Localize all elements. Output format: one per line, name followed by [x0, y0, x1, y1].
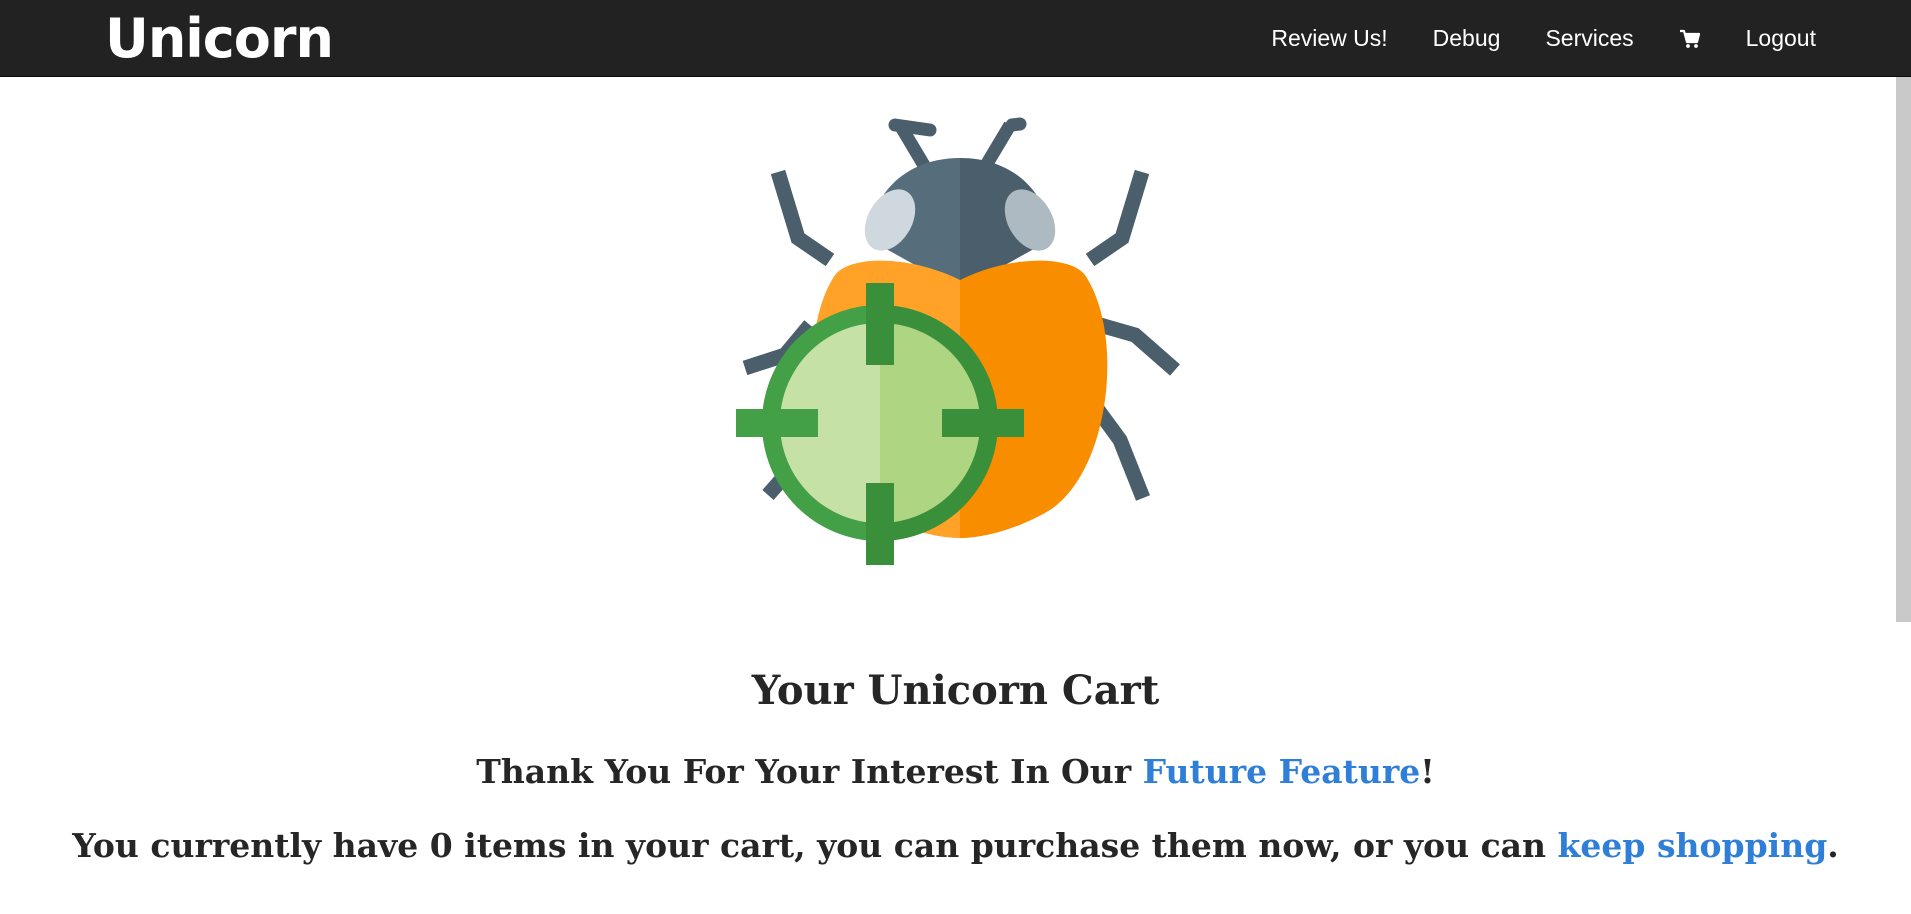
page-title: Your Unicorn Cart	[751, 667, 1160, 714]
nav-links: Review Us! Debug Services Logout	[1226, 0, 1816, 77]
bug-leg-right-bottom	[1091, 405, 1150, 501]
future-feature-link[interactable]: Future Feature	[1143, 752, 1421, 791]
top-navbar: Unicorn Review Us! Debug Services Logout	[0, 0, 1911, 77]
shopping-cart-icon[interactable]	[1679, 29, 1701, 49]
brand-logo-link[interactable]: Unicorn	[105, 6, 334, 72]
bug-leg-right-mid	[1097, 317, 1180, 376]
keep-shopping-link[interactable]: keep shopping	[1558, 826, 1828, 865]
thank-you-message: Thank You For Your Interest In Our Futur…	[0, 752, 1911, 791]
bug-leg-left-top	[770, 169, 835, 267]
bug-with-crosshair-icon	[736, 117, 1180, 565]
cart-status-text: You currently have 0 items in your cart,…	[72, 826, 1558, 865]
nav-logout-link[interactable]: Logout	[1746, 25, 1816, 52]
page-scrollbar-thumb[interactable]	[1896, 77, 1911, 622]
nav-services-link[interactable]: Services	[1545, 25, 1633, 52]
bug-leg-right-top	[1085, 169, 1150, 267]
bug-antenna-right	[979, 121, 1016, 171]
cart-status-suffix: .	[1827, 826, 1839, 865]
nav-debug-link[interactable]: Debug	[1433, 25, 1501, 52]
nav-review-us-link[interactable]: Review Us!	[1271, 25, 1387, 52]
thanks-suffix: !	[1420, 752, 1435, 791]
cart-status-message: You currently have 0 items in your cart,…	[0, 826, 1911, 865]
thanks-text: Thank You For Your Interest In Our	[476, 752, 1143, 791]
